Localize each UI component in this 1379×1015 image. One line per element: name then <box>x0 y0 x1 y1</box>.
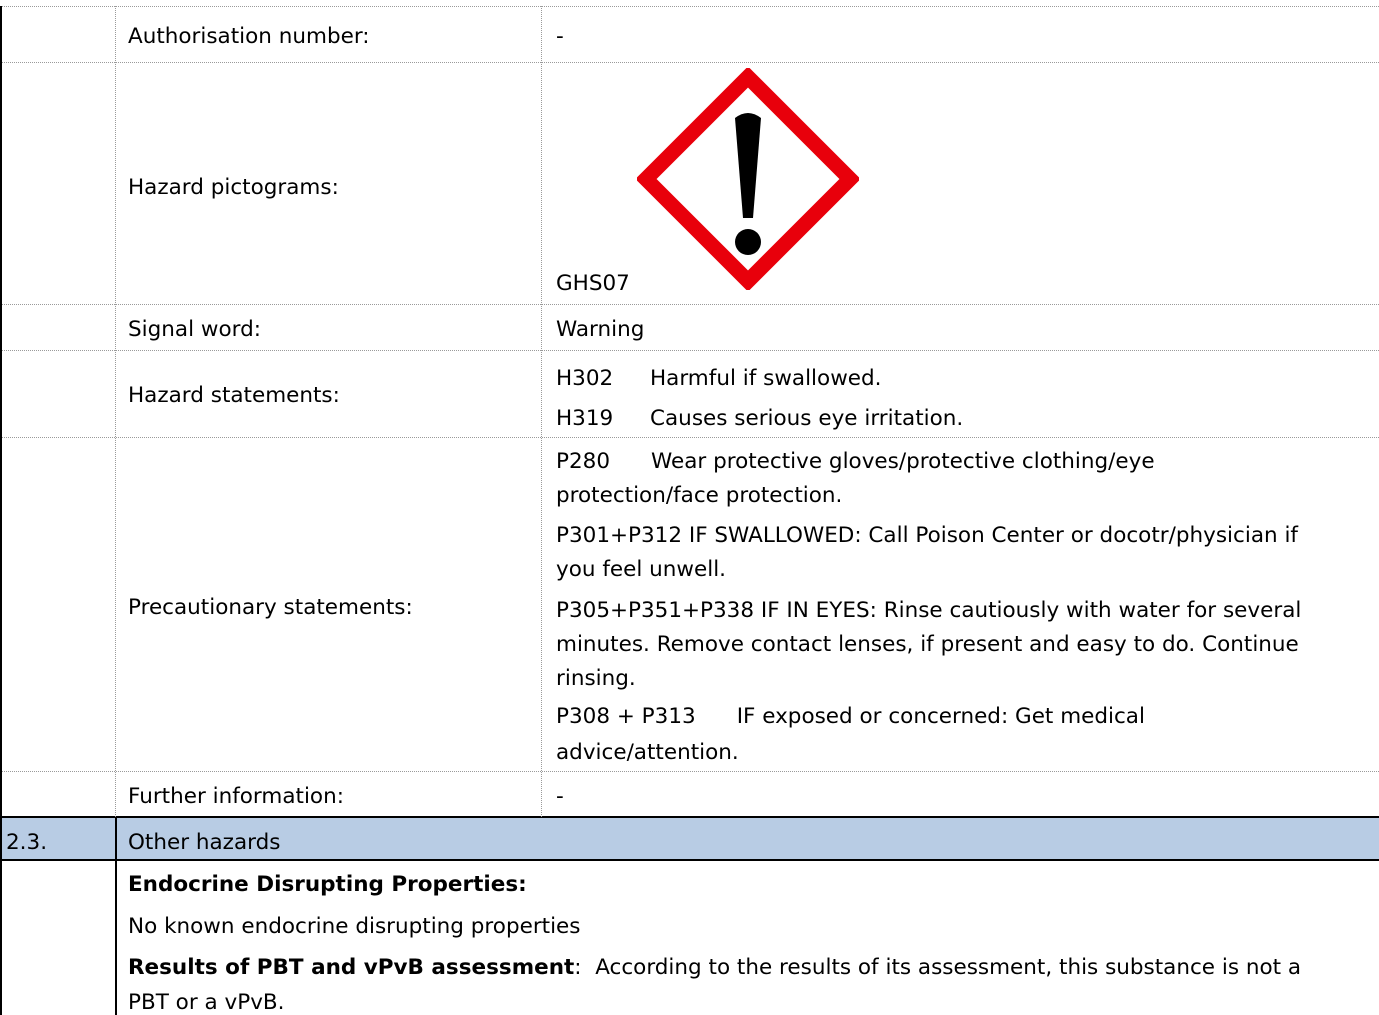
signal-word-label: Signal word: <box>128 317 261 342</box>
further-information-value: - <box>556 784 564 809</box>
hazard-text: Causes serious eye irritation. <box>650 406 964 431</box>
precautionary-line: P308 + P313 IF exposed or concerned: Get… <box>556 704 1145 729</box>
section-title: Other hazards <box>128 830 281 855</box>
column-divider <box>115 6 116 817</box>
precautionary-line: minutes. Remove contact lenses, if prese… <box>556 632 1299 657</box>
authorisation-number-label: Authorisation number: <box>128 24 370 49</box>
further-information-label: Further information: <box>128 784 344 809</box>
row-divider <box>0 771 1379 772</box>
endocrine-heading: Endocrine Disrupting Properties: <box>128 872 527 897</box>
row-divider <box>0 304 1379 305</box>
authorisation-number-value: - <box>556 24 564 49</box>
row-divider <box>0 62 1379 63</box>
ghs-code: GHS07 <box>556 271 630 296</box>
pbt-line: Results of PBT and vPvB assessment: Acco… <box>128 957 1301 979</box>
precautionary-line: P305+P351+P338 IF IN EYES: Rinse cautiou… <box>556 598 1302 623</box>
section-divider <box>0 816 1379 818</box>
signal-word-value: Warning <box>556 317 645 342</box>
row-divider <box>0 437 1379 438</box>
precautionary-line: protection/face protection. <box>556 483 843 508</box>
section-number: 2.3. <box>6 830 48 855</box>
column-divider <box>115 817 117 859</box>
column-divider <box>115 860 117 1015</box>
hazard-pictograms-label: Hazard pictograms: <box>128 175 339 200</box>
hazard-code: H302 <box>556 366 614 391</box>
table-left-border <box>0 6 2 1015</box>
row-divider <box>0 350 1379 351</box>
precautionary-line: advice/attention. <box>556 740 739 765</box>
row-divider <box>0 6 1379 7</box>
hazard-text: Harmful if swallowed. <box>650 366 882 391</box>
endocrine-text: No known endocrine disrupting properties <box>128 914 581 939</box>
pbt-heading: Results of PBT and vPvB assessment <box>128 955 575 980</box>
column-divider <box>541 6 542 817</box>
precautionary-line: P280 Wear protective gloves/protective c… <box>556 449 1155 474</box>
precautionary-line: you feel unwell. <box>556 557 727 582</box>
pbt-text-continued: PBT or a vPvB. <box>128 990 285 1015</box>
precautionary-line: rinsing. <box>556 666 636 691</box>
hazard-statements-label: Hazard statements: <box>128 383 340 408</box>
pbt-text: : According to the results of its assess… <box>574 955 1302 980</box>
precautionary-line: P301+P312 IF SWALLOWED: Call Poison Cent… <box>556 523 1298 548</box>
section-divider <box>0 859 1379 861</box>
ghs07-exclamation-icon <box>635 66 861 292</box>
hazard-code: H319 <box>556 406 614 431</box>
precautionary-statements-label: Precautionary statements: <box>128 595 413 620</box>
